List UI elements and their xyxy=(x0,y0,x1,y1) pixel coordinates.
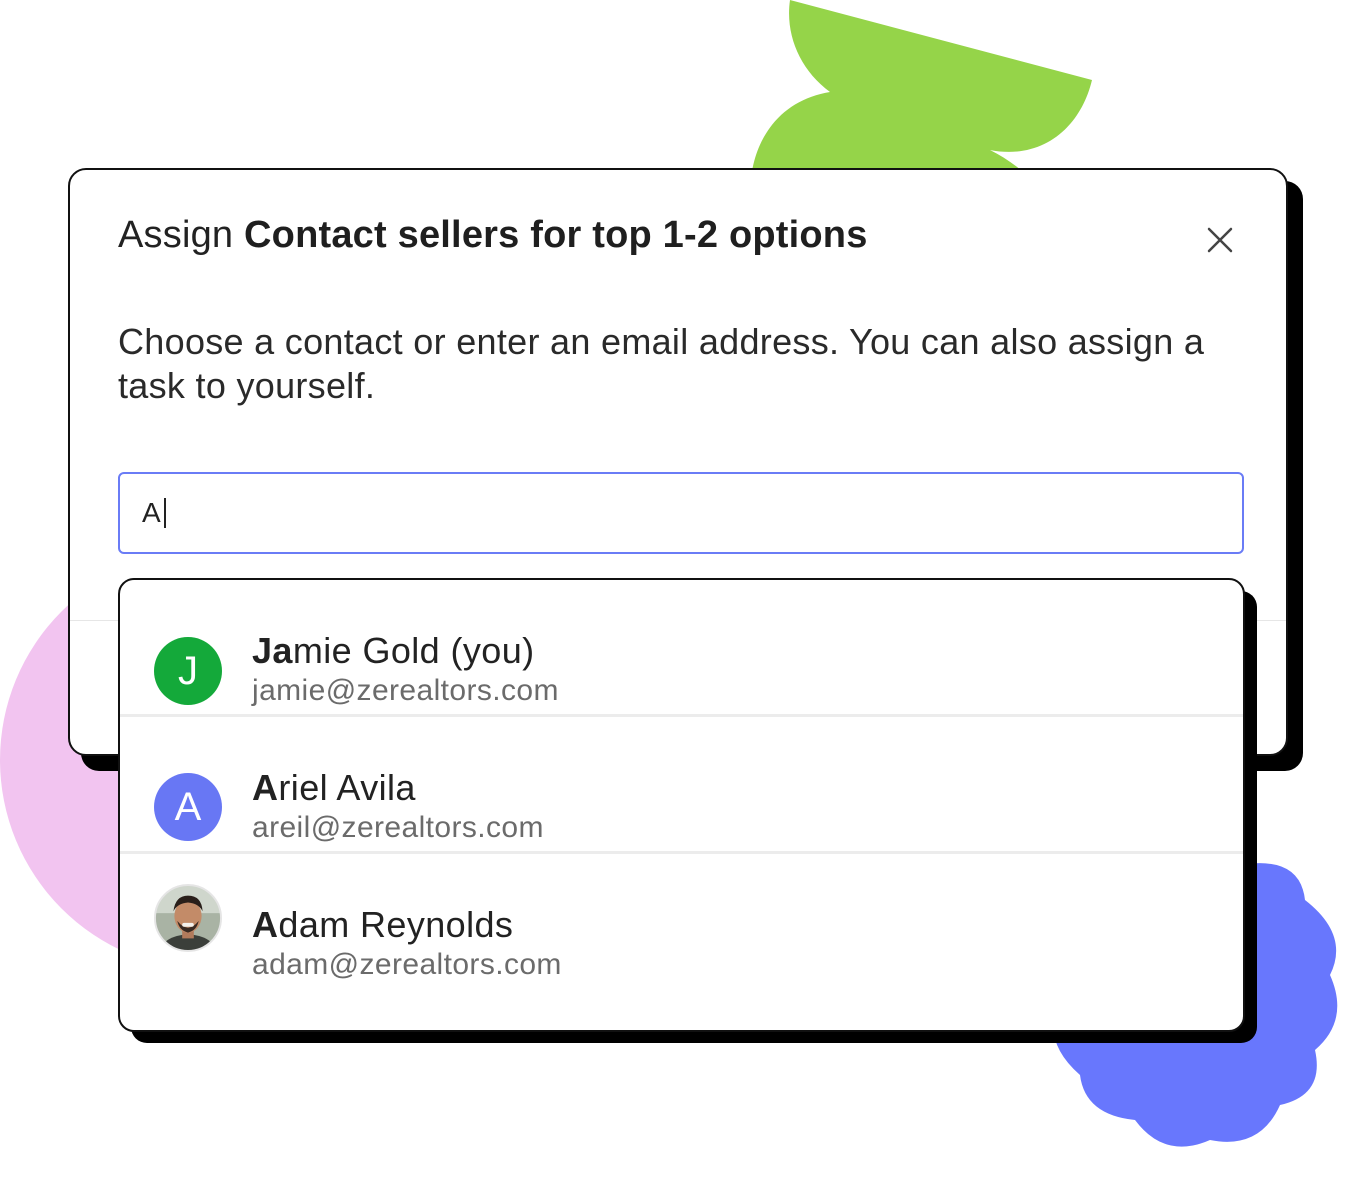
contact-email: adam@zerealtors.com xyxy=(252,948,562,981)
avatar-photo xyxy=(154,884,222,952)
dialog-title-prefix: Assign xyxy=(118,214,234,256)
search-input-value: A xyxy=(142,497,161,528)
close-icon xyxy=(1207,227,1233,253)
stage: Assign Contact sellers for top 1-2 optio… xyxy=(0,0,1360,1200)
contact-name: Ariel Avila xyxy=(252,767,416,809)
avatar: J xyxy=(154,637,222,705)
contact-search-input[interactable]: A xyxy=(118,472,1244,554)
close-button[interactable] xyxy=(1200,220,1240,260)
name-match-highlight: Ja xyxy=(252,630,293,671)
dialog-task-name: Contact sellers for top 1-2 options xyxy=(244,214,868,256)
name-rest: dam Reynolds xyxy=(278,904,514,945)
name-match-highlight: A xyxy=(252,767,279,808)
contact-name: Jamie Gold (you) xyxy=(252,630,535,672)
name-match-highlight: A xyxy=(252,904,279,945)
avatar-initial: J xyxy=(178,648,198,693)
dialog-title: Assign Contact sellers for top 1-2 optio… xyxy=(118,214,868,257)
green-leaf-shape xyxy=(750,0,1092,195)
contact-option-adam[interactable]: Adam Reynolds adam@zerealtors.com xyxy=(120,854,1243,991)
contact-email: areil@zerealtors.com xyxy=(252,811,544,844)
avatar: A xyxy=(154,773,222,841)
contact-name: Adam Reynolds xyxy=(252,904,513,946)
name-rest: mie Gold (you) xyxy=(292,630,535,671)
contact-email: jamie@zerealtors.com xyxy=(252,674,559,707)
contact-option-ariel[interactable]: A Ariel Avila areil@zerealtors.com xyxy=(120,717,1243,854)
name-rest: riel Avila xyxy=(278,767,416,808)
text-caret xyxy=(163,498,166,528)
person-photo-icon xyxy=(154,884,222,952)
contact-option-jamie[interactable]: J Jamie Gold (you) jamie@zerealtors.com xyxy=(120,580,1243,717)
contact-suggestions-dropdown: J Jamie Gold (you) jamie@zerealtors.com … xyxy=(118,578,1245,1032)
avatar-initial: A xyxy=(174,784,202,829)
dialog-description: Choose a contact or enter an email addre… xyxy=(118,321,1205,406)
